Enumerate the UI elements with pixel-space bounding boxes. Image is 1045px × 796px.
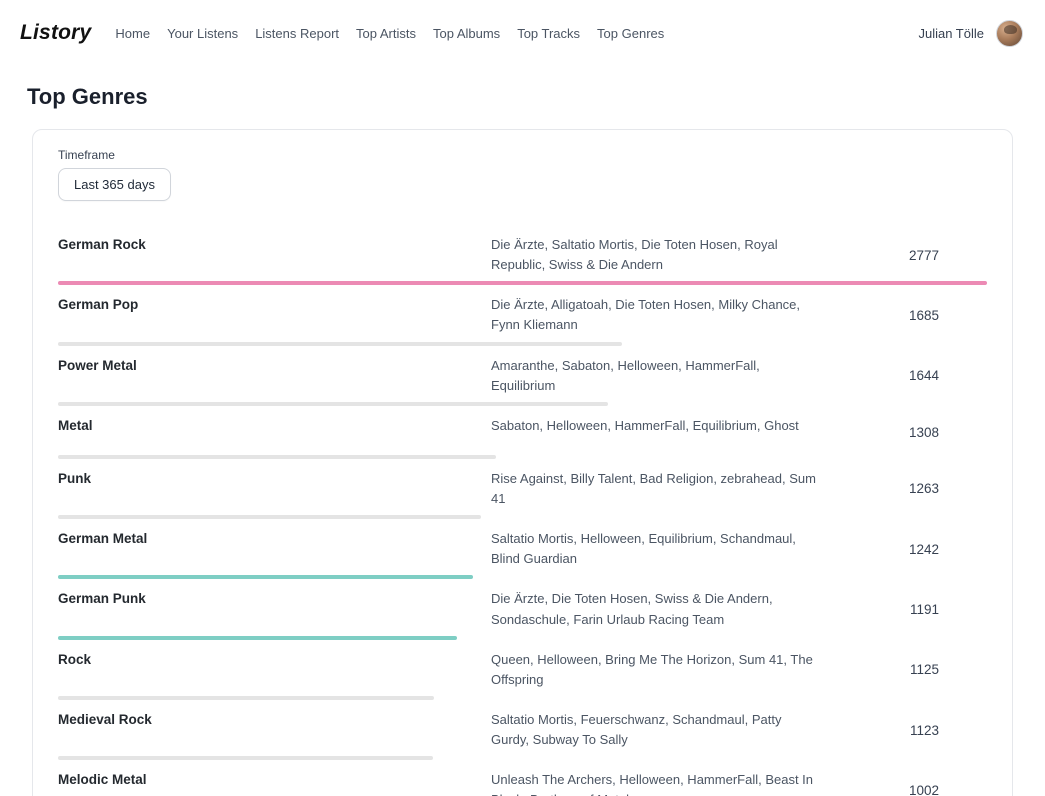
user-avatar[interactable] <box>996 20 1023 47</box>
genre-row: Power Metal Amaranthe, Sabaton, Hellowee… <box>58 349 987 409</box>
genre-row: Medieval Rock Saltatio Mortis, Feuerschw… <box>58 703 987 763</box>
genre-name: Rock <box>58 650 473 690</box>
genre-bar <box>58 402 608 406</box>
genre-artists: Die Ärzte, Saltatio Mortis, Die Toten Ho… <box>491 235 821 275</box>
brand-logo[interactable]: Listory <box>20 21 91 45</box>
genre-name: Metal <box>58 416 473 449</box>
genre-row: German Rock Die Ärzte, Saltatio Mortis, … <box>58 228 987 288</box>
genre-name: Punk <box>58 469 473 509</box>
genre-count: 1308 <box>839 425 987 440</box>
main-content: Top Genres Timeframe Last 365 days Germa… <box>0 66 1045 796</box>
genre-row: Punk Rise Against, Billy Talent, Bad Rel… <box>58 462 987 522</box>
genre-row: German Punk Die Ärzte, Die Toten Hosen, … <box>58 582 987 642</box>
top-nav: Listory Home Your Listens Listens Report… <box>0 0 1045 66</box>
genre-count: 2777 <box>839 248 987 263</box>
genre-name: German Rock <box>58 235 473 275</box>
genre-bar <box>58 575 473 579</box>
genre-bar <box>58 455 496 459</box>
genre-artists: Amaranthe, Sabaton, Helloween, HammerFal… <box>491 356 821 396</box>
nav-item-top-genres[interactable]: Top Genres <box>597 26 664 41</box>
genre-name: German Punk <box>58 589 473 629</box>
genre-artists: Saltatio Mortis, Helloween, Equilibrium,… <box>491 529 821 569</box>
genre-table: German Rock Die Ärzte, Saltatio Mortis, … <box>58 228 987 796</box>
nav-item-top-albums[interactable]: Top Albums <box>433 26 500 41</box>
timeframe-select[interactable]: Last 365 days <box>58 168 171 201</box>
nav-item-home[interactable]: Home <box>115 26 150 41</box>
genre-artists: Rise Against, Billy Talent, Bad Religion… <box>491 469 821 509</box>
genre-count: 1123 <box>839 723 987 738</box>
genre-name: German Metal <box>58 529 473 569</box>
top-genres-card: Timeframe Last 365 days German Rock Die … <box>32 129 1013 796</box>
main-nav: Home Your Listens Listens Report Top Art… <box>115 26 918 41</box>
nav-item-listens-report[interactable]: Listens Report <box>255 26 339 41</box>
genre-artists: Die Ärzte, Die Toten Hosen, Swiss & Die … <box>491 589 821 629</box>
timeframe-value: Last 365 days <box>74 177 155 192</box>
genre-count: 1125 <box>839 662 987 677</box>
genre-bar <box>58 756 433 760</box>
genre-count: 1242 <box>839 542 987 557</box>
genre-bar <box>58 342 622 346</box>
genre-count: 1191 <box>839 602 987 617</box>
user-name: Julian Tölle <box>918 26 984 41</box>
genre-count: 1002 <box>839 783 987 796</box>
genre-artists: Saltatio Mortis, Feuerschwanz, Schandmau… <box>491 710 821 750</box>
user-area: Julian Tölle <box>918 20 1023 47</box>
genre-artists: Sabaton, Helloween, HammerFall, Equilibr… <box>491 416 821 449</box>
genre-row: German Pop Die Ärzte, Alligatoah, Die To… <box>58 288 987 348</box>
timeframe-label: Timeframe <box>58 148 987 162</box>
genre-bar <box>58 281 987 285</box>
genre-row: Rock Queen, Helloween, Bring Me The Hori… <box>58 643 987 703</box>
genre-row: Metal Sabaton, Helloween, HammerFall, Eq… <box>58 409 987 462</box>
genre-name: Medieval Rock <box>58 710 473 750</box>
genre-bar <box>58 636 457 640</box>
genre-artists: Queen, Helloween, Bring Me The Horizon, … <box>491 650 821 690</box>
genre-count: 1644 <box>839 368 987 383</box>
genre-name: Melodic Metal <box>58 770 473 796</box>
genre-bar <box>58 696 434 700</box>
genre-artists: Die Ärzte, Alligatoah, Die Toten Hosen, … <box>491 295 821 335</box>
genre-count: 1263 <box>839 481 987 496</box>
genre-name: German Pop <box>58 295 473 335</box>
nav-item-top-tracks[interactable]: Top Tracks <box>517 26 580 41</box>
genre-row: German Metal Saltatio Mortis, Helloween,… <box>58 522 987 582</box>
genre-count: 1685 <box>839 308 987 323</box>
genre-artists: Unleash The Archers, Helloween, HammerFa… <box>491 770 821 796</box>
genre-bar <box>58 515 481 519</box>
nav-item-your-listens[interactable]: Your Listens <box>167 26 238 41</box>
nav-item-top-artists[interactable]: Top Artists <box>356 26 416 41</box>
genre-name: Power Metal <box>58 356 473 396</box>
genre-row: Melodic Metal Unleash The Archers, Hello… <box>58 763 987 796</box>
page-title: Top Genres <box>27 84 1018 110</box>
